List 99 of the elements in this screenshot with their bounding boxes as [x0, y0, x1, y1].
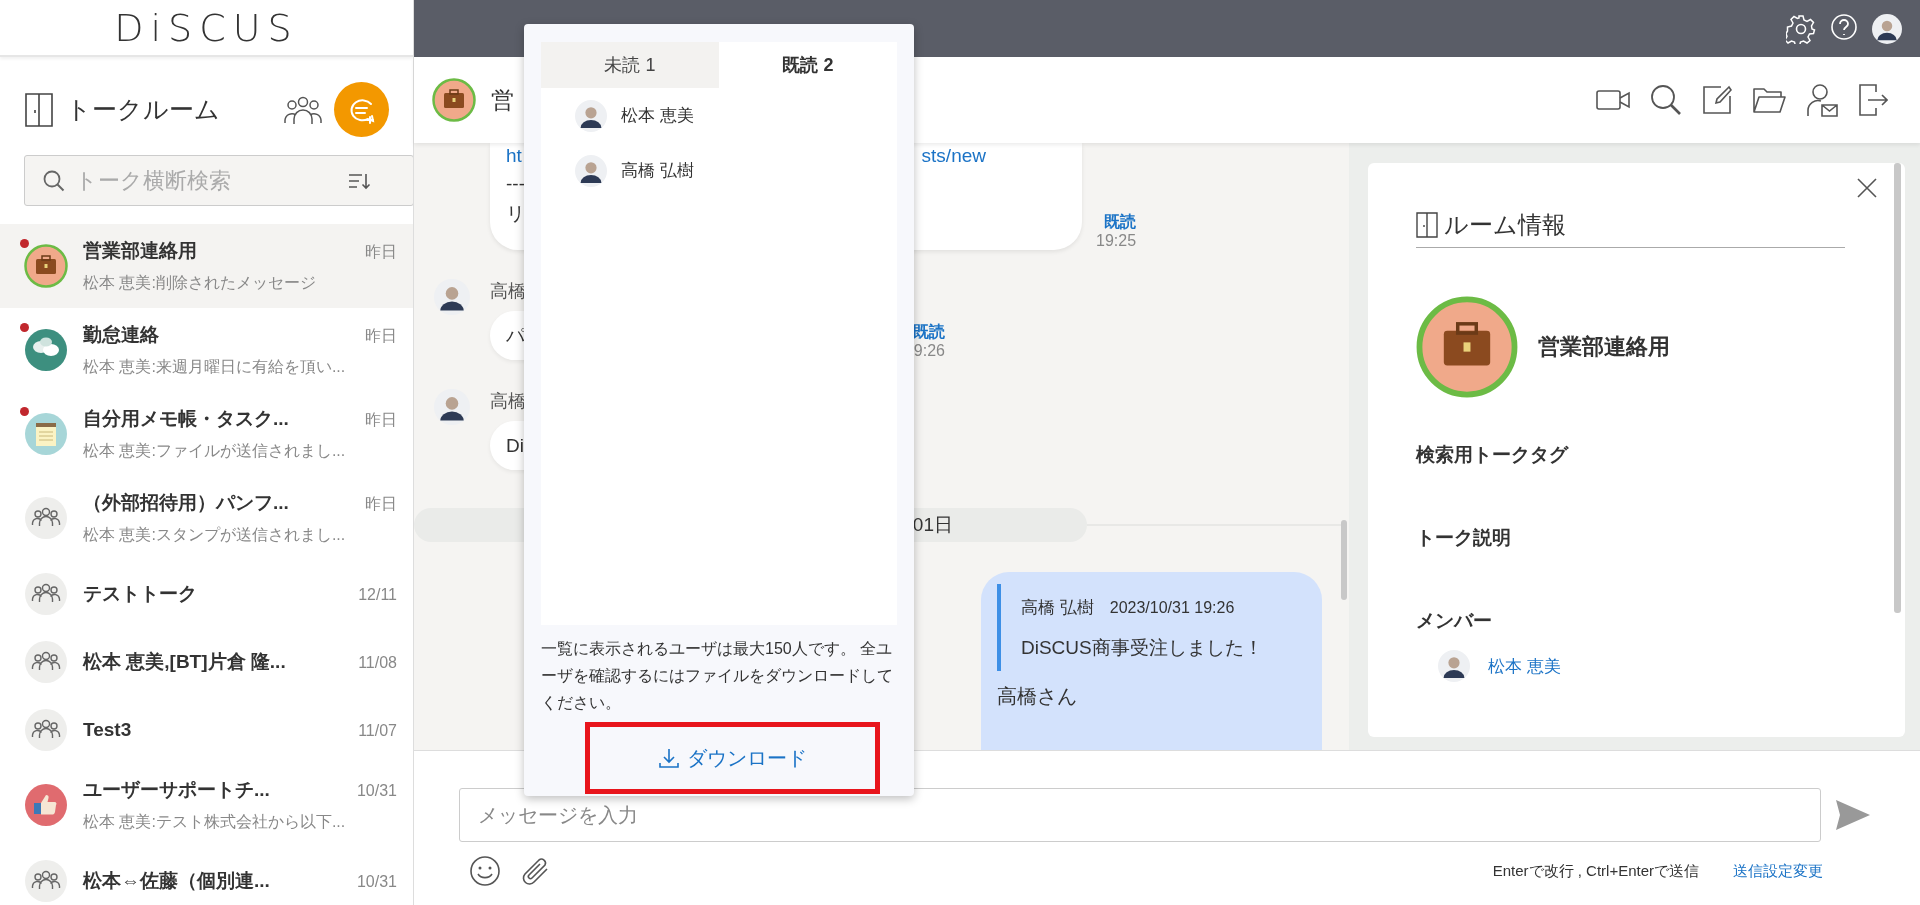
emoji-icon[interactable]: [469, 855, 501, 887]
briefcase-avatar-icon: [24, 244, 68, 289]
room-date: 12/11: [358, 586, 397, 605]
read-status-tab[interactable]: 未読 1: [541, 42, 719, 88]
message-text: リ: [506, 202, 526, 226]
search-icon: [42, 169, 66, 194]
message-time: 19:25: [1096, 231, 1137, 250]
sender-name: 高橋: [490, 280, 527, 303]
message-link[interactable]: ht: [506, 145, 522, 167]
sender-name: 高橋: [490, 390, 527, 413]
sender-avatar-icon: [434, 279, 470, 315]
group-avatar-icon: [24, 707, 68, 752]
group-avatar-icon: [24, 572, 68, 617]
room-date: 11/08: [358, 653, 397, 672]
quoted-text: DiSCUS商事受注しました！: [1021, 636, 1264, 660]
video-camera-icon[interactable]: [1596, 88, 1630, 112]
app-logo: DiSCUS: [114, 5, 299, 50]
group-avatar-icon: [24, 639, 68, 684]
room-item[interactable]: （外部招待用）パンフ... 昨日 松本 恵美:スタンプが送信されまし...: [0, 476, 413, 561]
room-date: 昨日: [365, 410, 397, 431]
message-time: 9:26: [913, 341, 945, 360]
room-name: （外部招待用）パンフ...: [83, 491, 289, 516]
member-avatar-icon: [1438, 650, 1470, 682]
room-item[interactable]: 自分用メモ帳・タスク... 昨日 松本 恵美:ファイルが送信されまし...: [0, 392, 413, 477]
message-input[interactable]: メッセージを入力: [459, 788, 1821, 842]
room-preview: 松本 恵美:来週月曜日に有給を頂い...: [83, 357, 347, 378]
paperclip-icon[interactable]: [521, 855, 551, 887]
room-date: 10/31: [356, 782, 397, 801]
section-heading: メンバー: [1416, 609, 1493, 633]
reader-name: 松本 恵美: [621, 105, 694, 127]
room-preview: 松本 恵美:削除されたメッセージ: [83, 273, 317, 294]
room-name: 松本 恵美,[BT]片倉 隆...: [83, 649, 286, 674]
room-name: ユーザーサポートチ...: [83, 778, 270, 803]
room-preview: 松本 恵美:スタンプが送信されまし...: [83, 525, 347, 546]
send-settings-link[interactable]: 送信設定変更: [1733, 861, 1823, 881]
quoted-sender: 高橋 弘樹: [1021, 597, 1094, 619]
room-name: 自分用メモ帳・タスク...: [83, 407, 289, 432]
room-name: 勤怠連絡: [83, 323, 159, 348]
room-name: テストトーク: [83, 582, 197, 607]
read-label[interactable]: 既読: [913, 322, 945, 341]
download-button[interactable]: ダウンロード: [648, 738, 817, 778]
message-text: 高橋さん: [997, 684, 1078, 709]
room-item[interactable]: 松本 恵美,[BT]片倉 隆... 11/08: [0, 628, 413, 696]
send-icon[interactable]: [1835, 799, 1871, 831]
room-date: 11/07: [358, 721, 397, 740]
reader-name: 高橋 弘樹: [621, 160, 694, 182]
close-icon[interactable]: [1856, 177, 1878, 199]
room-title: 営: [491, 85, 514, 115]
group-avatar-icon: [24, 496, 68, 541]
settings-icon[interactable]: [1786, 13, 1816, 44]
briefcase-avatar-icon: [1416, 296, 1518, 398]
download-icon: [658, 748, 679, 768]
room-name: 営業部連絡用: [83, 239, 197, 264]
room-item[interactable]: ユーザーサポートチ... 10/31 松本 恵美:テスト株式会社から以下...: [0, 763, 413, 848]
section-heading: 検索用トークタグ: [1416, 443, 1570, 467]
user-avatar-icon: [1872, 13, 1902, 44]
panel-title: ルーム情報: [1444, 210, 1566, 240]
send-hint: Enterで改行 , Ctrl+Enterで送信: [1492, 861, 1699, 881]
search-icon[interactable]: [1650, 84, 1682, 116]
room-preview: 松本 恵美:ファイルが送信されまし...: [83, 441, 347, 462]
read-label[interactable]: 既読: [1104, 212, 1137, 231]
message-link[interactable]: sts/new: [921, 145, 986, 167]
section-heading: トーク説明: [1416, 526, 1512, 550]
notepad-avatar-icon: [24, 412, 68, 457]
reader-avatar-icon: [575, 154, 607, 187]
speech-bubbles-avatar-icon: [24, 328, 68, 373]
sidebar-title: トークルーム: [66, 94, 221, 126]
briefcase-avatar-icon: [432, 78, 476, 122]
message-text: ---: [506, 173, 526, 195]
door-icon: [1416, 212, 1438, 238]
scrollbar[interactable]: [1341, 520, 1347, 600]
sender-avatar-icon: [434, 389, 470, 425]
room-name: 営業部連絡用: [1538, 333, 1670, 361]
thumbs-up-avatar-icon: [24, 783, 68, 828]
room-date: 昨日: [365, 326, 397, 347]
room-item[interactable]: テストトーク 12/11: [0, 560, 413, 629]
room-date: 昨日: [365, 242, 397, 263]
room-date: 昨日: [365, 494, 397, 515]
reader-avatar-icon: [575, 99, 607, 132]
room-item[interactable]: 営業部連絡用 昨日 松本 恵美:削除されたメッセージ: [0, 224, 413, 309]
quoted-time: 2023/10/31 19:26: [1109, 599, 1235, 617]
room-item[interactable]: 勤怠連絡 昨日 松本 恵美:来週月曜日に有給を頂い...: [0, 308, 413, 393]
sort-icon[interactable]: [347, 171, 371, 192]
scrollbar[interactable]: [1894, 163, 1901, 613]
room-date: 10/31: [356, 873, 397, 892]
room-name: 松本⇔佐藤（個別連...: [83, 869, 270, 894]
user-limit-note: 一覧に表示されるユーザは最大150人です。 全ユーザを確認するにはファイルをダウンロードしてください。: [541, 639, 894, 713]
search-field[interactable]: トーク横断検索: [24, 155, 413, 207]
exit-icon[interactable]: [1858, 84, 1888, 116]
room-item[interactable]: 松本⇔佐藤（個別連... 10/31: [0, 847, 413, 905]
room-preview: 松本 恵美:テスト株式会社から以下...: [83, 812, 347, 833]
room-item[interactable]: Test3 11/07: [0, 695, 413, 764]
room-name: Test3: [83, 718, 132, 741]
user-mail-icon[interactable]: [1806, 83, 1838, 117]
folder-icon[interactable]: [1752, 86, 1786, 114]
member-name[interactable]: 松本 恵美: [1488, 654, 1561, 678]
group-avatar-icon: [24, 859, 68, 904]
door-icon: [24, 91, 54, 128]
edit-icon[interactable]: [1702, 85, 1732, 115]
